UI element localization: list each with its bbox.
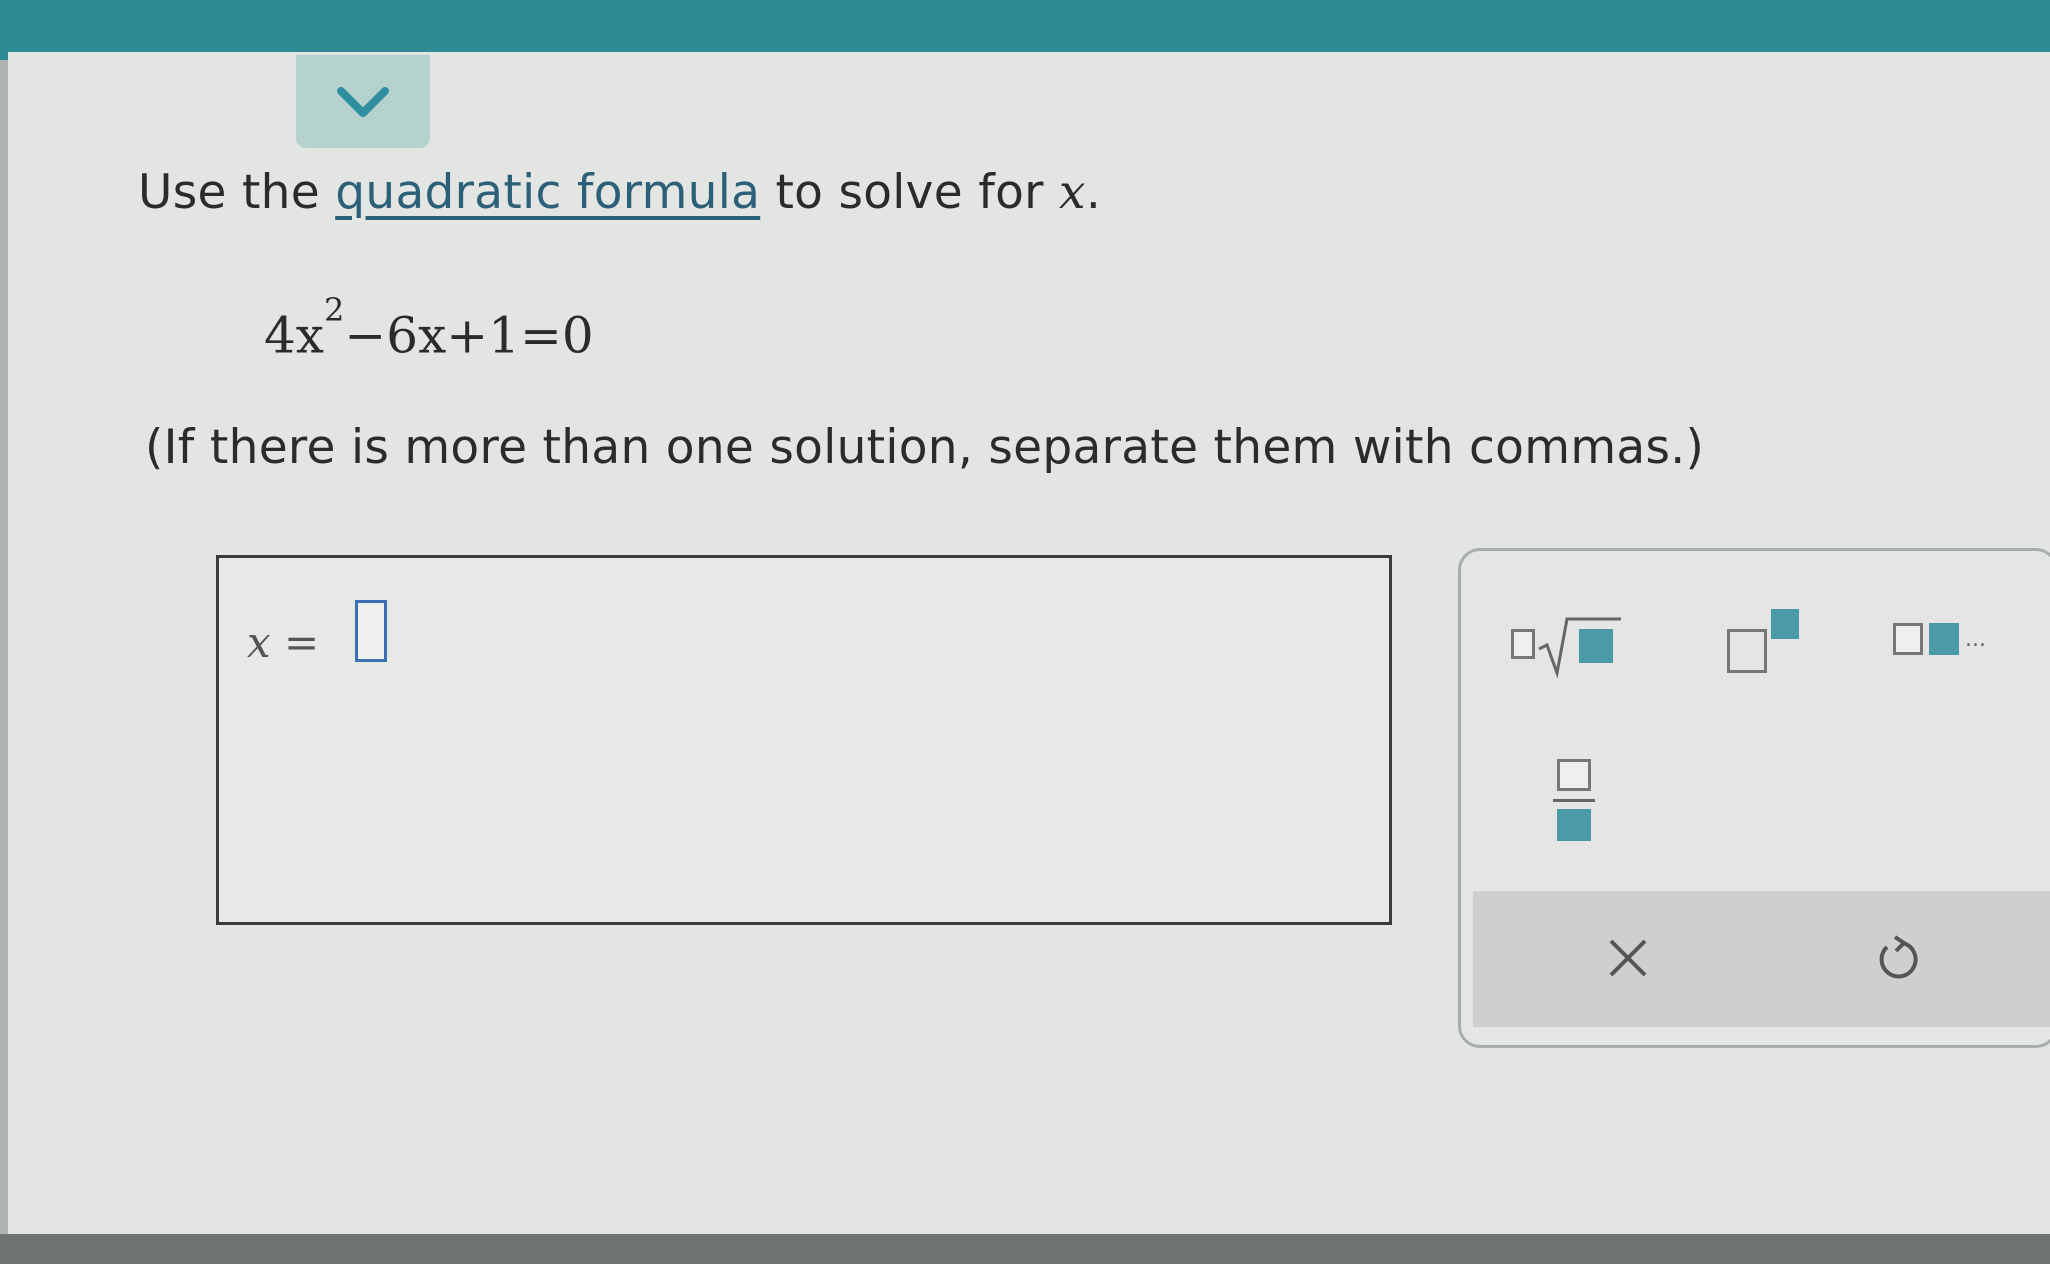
- math-palette: ...: [1458, 548, 2050, 1048]
- prompt-variable: x: [1059, 165, 1086, 220]
- answer-area[interactable]: x =: [216, 555, 1392, 925]
- collapse-button[interactable]: [296, 55, 430, 148]
- question-prompt: Use the quadratic formula to solve for x…: [138, 165, 1101, 220]
- list-ellipsis: ...: [1965, 627, 1986, 652]
- exponent-box: [1771, 609, 1799, 639]
- palette-action-bar: [1473, 891, 2050, 1027]
- instruction-hint: (If there is more than one solution, sep…: [145, 420, 1705, 475]
- answer-input[interactable]: [355, 600, 387, 662]
- quadratic-formula-link[interactable]: quadratic formula: [335, 165, 760, 220]
- equation-exponent: 2: [324, 291, 345, 329]
- equation: 4x2−6x+1=0: [264, 291, 594, 365]
- clear-button[interactable]: [1593, 923, 1663, 993]
- equation-rest: −6x+1=0: [344, 306, 594, 365]
- fraction-tool-button[interactable]: [1549, 753, 1599, 849]
- exponent-tool-button[interactable]: [1721, 603, 1811, 683]
- bottom-edge: [0, 1234, 2050, 1264]
- left-edge-strip: [0, 60, 8, 1264]
- answer-equals: =: [284, 618, 320, 667]
- top-header-bar: [0, 0, 2050, 60]
- prompt-text-end: .: [1085, 165, 1102, 220]
- list-item-box: [1893, 623, 1923, 655]
- answer-variable: x: [247, 618, 271, 667]
- base-box: [1727, 629, 1767, 673]
- root-tool-button[interactable]: [1509, 611, 1629, 681]
- undo-button[interactable]: [1863, 923, 1933, 993]
- chevron-down-icon: [337, 86, 389, 117]
- prompt-text-middle: to solve for: [760, 165, 1060, 220]
- denominator-box: [1557, 809, 1591, 841]
- list-item-box: [1929, 623, 1959, 655]
- fraction-bar: [1553, 799, 1595, 802]
- equation-coefficient: 4x: [264, 306, 325, 365]
- undo-icon: [1879, 935, 1918, 979]
- answer-label: x =: [247, 618, 319, 667]
- close-icon: [1609, 939, 1647, 977]
- prompt-text-start: Use the: [138, 165, 336, 220]
- radicand-box: [1579, 629, 1613, 663]
- list-tool-button[interactable]: ...: [1893, 611, 2013, 671]
- numerator-box: [1557, 759, 1591, 791]
